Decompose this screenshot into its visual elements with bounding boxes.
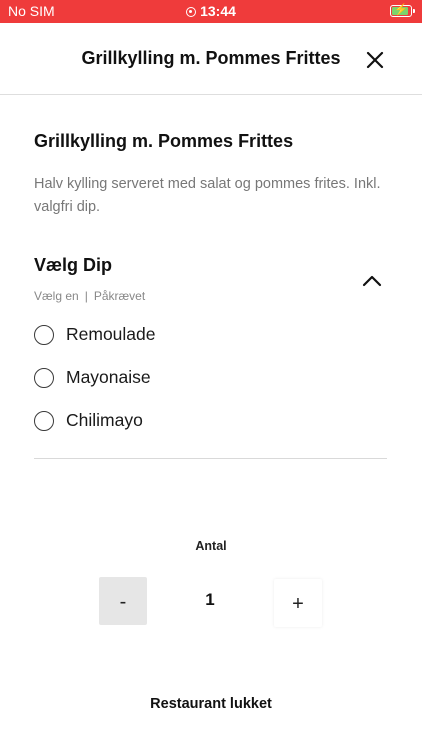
section-divider: [34, 458, 387, 459]
dip-section-subtitle: Vælg en | Påkrævet: [34, 289, 145, 303]
product-description: Halv kylling serveret med salat og pomme…: [34, 176, 381, 215]
option-label: Mayonaise: [66, 367, 151, 387]
status-bar: No SIM 13:44 ⚡: [0, 0, 422, 23]
dip-option-remoulade[interactable]: Remoulade: [34, 324, 374, 350]
battery-icon: ⚡: [390, 4, 415, 17]
radio-button[interactable]: [34, 411, 54, 431]
product-title: Grillkylling m. Pommes Frittes: [34, 131, 294, 151]
selection-rule: Vælg en: [34, 289, 79, 303]
charging-bolt-icon: ⚡: [394, 4, 408, 16]
increase-quantity-button[interactable]: +: [274, 579, 322, 627]
screen-record-icon: [186, 7, 197, 17]
chevron-up-icon: [362, 275, 382, 287]
option-label: Remoulade: [66, 324, 156, 344]
collapse-section-button[interactable]: [360, 271, 384, 291]
restaurant-closed-status: Restaurant lukket: [150, 696, 272, 712]
required-label: Påkrævet: [93, 289, 146, 303]
close-icon: [366, 51, 384, 69]
option-label: Chilimayo: [66, 410, 143, 430]
radio-button[interactable]: [34, 325, 54, 345]
decrease-quantity-button[interactable]: -: [99, 577, 147, 625]
quantity-value: 1: [205, 590, 215, 609]
status-time: 13:44: [200, 3, 236, 19]
close-button[interactable]: [362, 47, 388, 73]
dip-section-title: Vælg Dip: [34, 255, 113, 275]
radio-button[interactable]: [34, 368, 54, 388]
dip-option-mayonaise[interactable]: Mayonaise: [34, 367, 374, 393]
status-time-group: 13:44: [0, 3, 422, 19]
modal-header: Grillkylling m. Pommes Frittes: [0, 23, 422, 95]
dip-option-chilimayo[interactable]: Chilimayo: [34, 410, 374, 436]
quantity-label: Antal: [195, 539, 227, 553]
header-title: Grillkylling m. Pommes Frittes: [81, 48, 341, 68]
subtitle-separator: |: [84, 289, 88, 303]
